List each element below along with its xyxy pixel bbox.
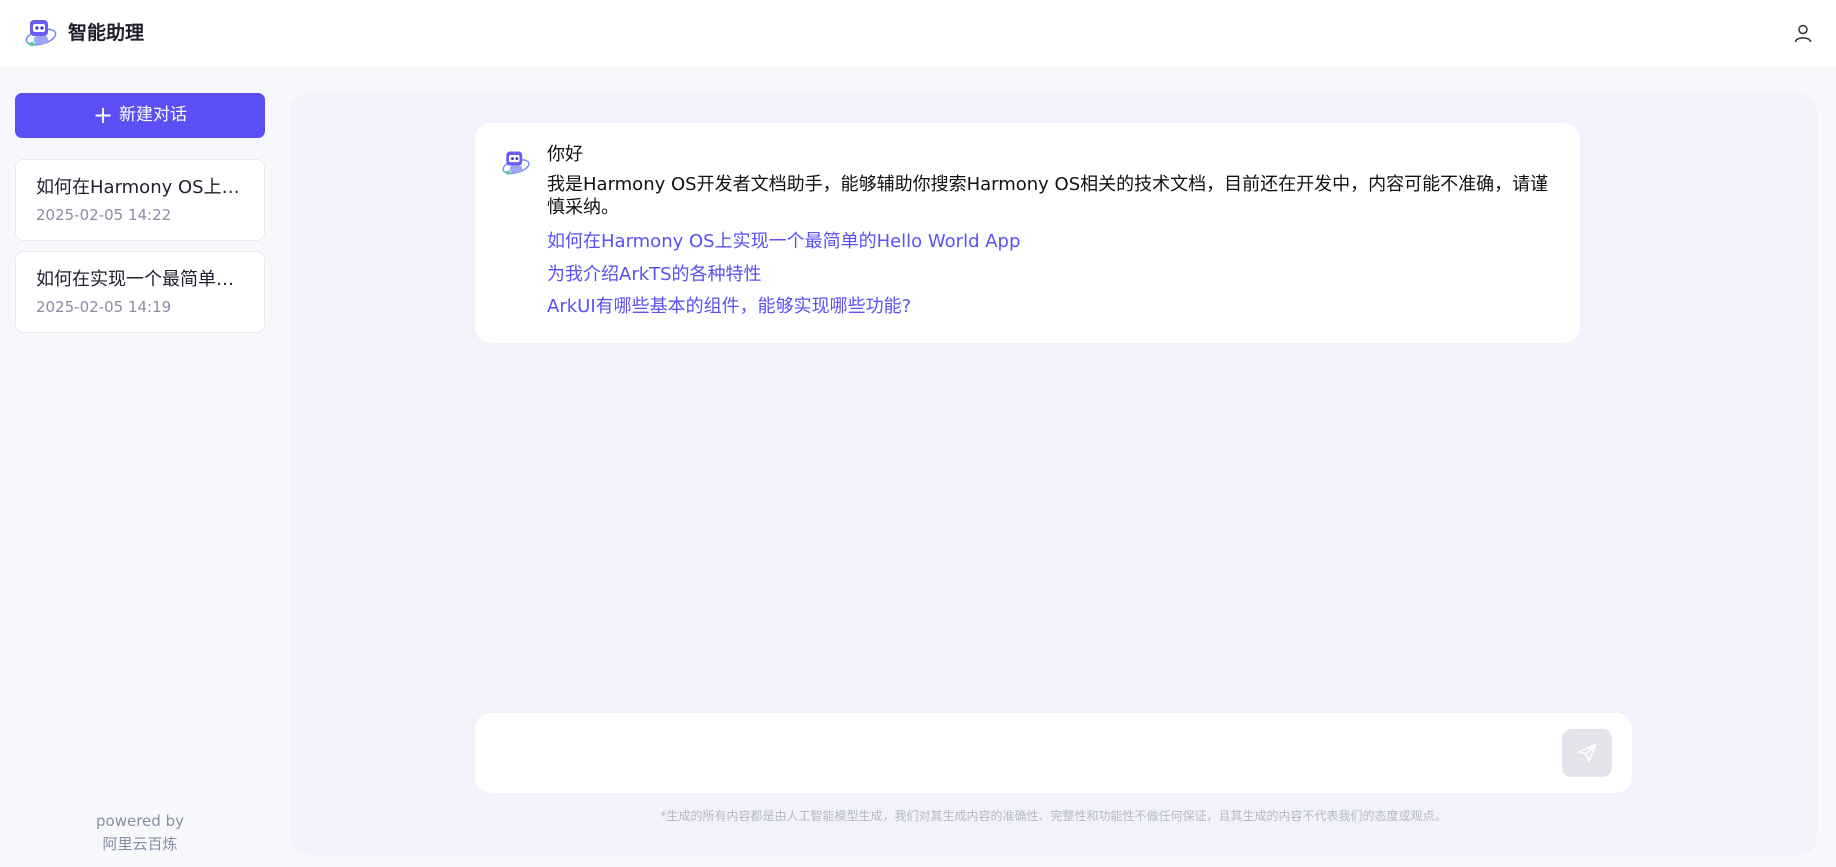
conversation-item[interactable]: 如何在实现一个最简单的Hello World App 2025-02-05 14… <box>15 251 265 333</box>
message-input-box <box>475 713 1632 793</box>
new-chat-button[interactable]: + 新建对话 <box>15 93 265 138</box>
intro-text: 我是Harmony OS开发者文档助手，能够辅助你搜索Harmony OS相关的… <box>547 174 1549 218</box>
conversation-time: 2025-02-05 14:22 <box>36 206 172 224</box>
send-icon <box>1577 743 1597 763</box>
chat-panel: 你好 我是Harmony OS开发者文档助手，能够辅助你搜索Harmony OS… <box>290 93 1817 855</box>
robot-logo-icon <box>25 20 57 47</box>
app-title: 智能助理 <box>68 22 145 44</box>
bot-avatar-icon <box>502 151 530 175</box>
conversation-title: 如何在Harmony OS上实现一个最简单的Hello World App <box>36 177 246 198</box>
suggestion-link[interactable]: 为我介绍ArkTS的各种特性 <box>547 263 762 287</box>
assistant-message: 你好 我是Harmony OS开发者文档助手，能够辅助你搜索Harmony OS… <box>475 123 1580 343</box>
conversation-item[interactable]: 如何在Harmony OS上实现一个最简单的Hello World App 20… <box>15 159 265 241</box>
powered-by-label: powered by <box>96 812 184 830</box>
send-button[interactable] <box>1562 729 1612 777</box>
provider-name: 阿里云百炼 <box>102 835 178 853</box>
suggestion-link[interactable]: ArkUI有哪些基本的组件，能够实现哪些功能? <box>547 295 911 319</box>
conversation-time: 2025-02-05 14:19 <box>36 298 172 316</box>
message-input[interactable] <box>495 731 1555 775</box>
conversation-title: 如何在实现一个最简单的Hello World App <box>36 269 246 290</box>
sidebar: + 新建对话 如何在Harmony OS上实现一个最简单的Hello World… <box>0 67 280 867</box>
powered-by: powered by 阿里云百炼 <box>0 810 280 856</box>
user-icon[interactable] <box>1793 23 1813 43</box>
plus-icon: + <box>92 100 114 129</box>
greeting-text: 你好 <box>547 144 583 165</box>
disclaimer-text: *生成的所有内容都是由人工智能模型生成，我们对其生成内容的准确性、完整性和功能性… <box>660 809 1447 823</box>
new-chat-label: 新建对话 <box>119 105 188 125</box>
suggestion-link[interactable]: 如何在Harmony OS上实现一个最简单的Hello World App <box>547 230 1020 254</box>
top-header: 智能助理 <box>0 0 1836 67</box>
